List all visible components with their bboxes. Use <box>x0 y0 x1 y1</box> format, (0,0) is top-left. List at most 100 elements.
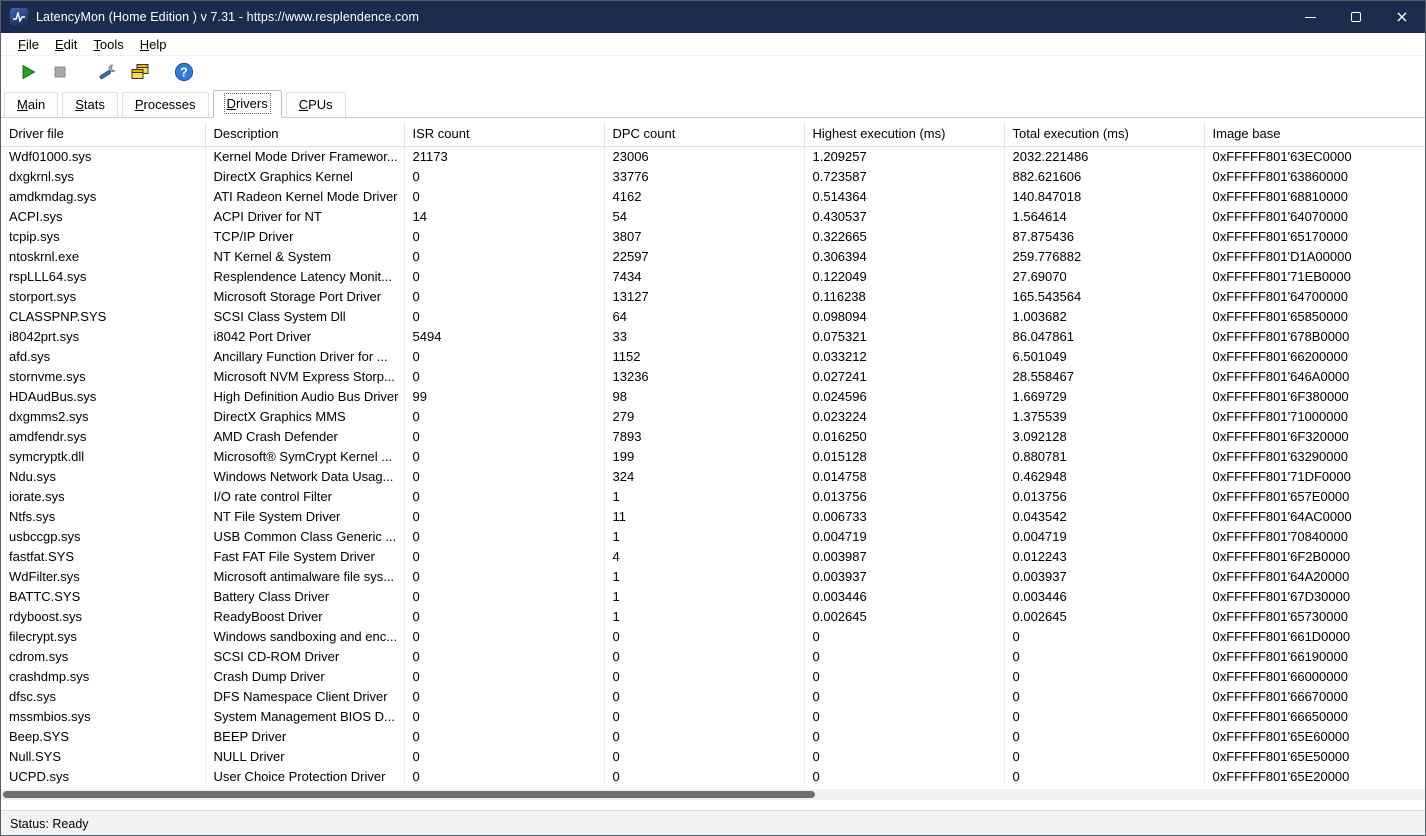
cell: 0xFFFFF801'71000000 <box>1204 406 1425 426</box>
cell: dxgkrnl.sys <box>1 166 206 186</box>
cell: 1 <box>604 486 805 506</box>
table-row[interactable]: amdkmdag.sys ATI Radeon Kernel Mode Drive… <box>1 186 1425 206</box>
table-row[interactable]: dxgkrnl.sys DirectX Graphics Kernel 0 33776… <box>1 166 1425 186</box>
table-row[interactable]: storport.sys Microsoft Storage Port Drive… <box>1 286 1425 306</box>
table-row[interactable]: fastfat.SYS Fast FAT File System Driver 0 4… <box>1 546 1425 566</box>
cell: 7434 <box>604 266 805 286</box>
cell: 279 <box>604 406 805 426</box>
column-header-dpc-count[interactable]: DPC count <box>604 122 805 147</box>
menu-tools[interactable]: Tools <box>85 35 131 54</box>
cell: High Definition Audio Bus Driver <box>205 386 405 406</box>
table-row[interactable]: ACPI.sys ACPI Driver for NT 14 54 0.430537 1.… <box>1 206 1425 226</box>
close-button[interactable]: × <box>1379 1 1425 33</box>
minimize-button[interactable] <box>1287 1 1333 33</box>
windows-button[interactable] <box>125 59 155 86</box>
table-row[interactable]: Ntfs.sys NT File System Driver 0 11 0.006733… <box>1 506 1425 526</box>
table-row[interactable]: BATTC.SYS Battery Class Driver 0 1 0.003446 0… <box>1 586 1425 606</box>
horizontal-scrollbar[interactable] <box>1 789 1425 800</box>
table-row[interactable]: cdrom.sys SCSI CD-ROM Driver 0 0 0 0 0xFFFFF80… <box>1 646 1425 666</box>
table-row[interactable]: amdfendr.sys AMD Crash Defender 0 7893 0.016… <box>1 426 1425 446</box>
cell: 0xFFFFF801'66000000 <box>1204 666 1425 686</box>
cell: System Management BIOS D... <box>205 706 405 726</box>
table-row[interactable]: WdFilter.sys Microsoft antimalware file s… <box>1 566 1425 586</box>
cell: 54 <box>604 206 805 226</box>
column-header-highest-execution[interactable]: Highest execution (ms) <box>804 122 1005 147</box>
cell: 1.209257 <box>804 146 1005 166</box>
cell: Beep.SYS <box>1 726 206 746</box>
table-row[interactable]: dfsc.sys DFS Namespace Client Driver 0 0 0 0 0… <box>1 686 1425 706</box>
tab-drivers[interactable]: Drivers <box>212 90 282 118</box>
cell: 0.003987 <box>804 546 1005 566</box>
cell: Windows sandboxing and enc... <box>205 626 405 646</box>
table-row[interactable]: usbccgp.sys USB Common Class Generic ... 0… <box>1 526 1425 546</box>
cell: 64 <box>604 306 805 326</box>
cell: 23006 <box>604 146 805 166</box>
tab-processes[interactable]: Processes <box>121 92 209 117</box>
latencymon-window: LatencyMon (Home Edition ) v 7.31 - http… <box>0 0 1426 836</box>
cell: 86.047861 <box>1004 326 1205 346</box>
cell: i8042prt.sys <box>1 326 206 346</box>
tools-options-button[interactable] <box>93 59 123 86</box>
cell: 0 <box>604 766 805 786</box>
tab-main[interactable]: Main <box>4 92 59 117</box>
table-row[interactable]: mssmbios.sys System Management BIOS D... 0… <box>1 706 1425 726</box>
cell: 3807 <box>604 226 805 246</box>
cell: 0 <box>404 666 605 686</box>
cell: 0xFFFFF801'66670000 <box>1204 686 1425 706</box>
cell: SCSI CD-ROM Driver <box>205 646 405 666</box>
cell: amdkmdag.sys <box>1 186 206 206</box>
table-row[interactable]: ntoskrnl.exe NT Kernel & System 0 22597 0.30… <box>1 246 1425 266</box>
cell: 1.669729 <box>1004 386 1205 406</box>
table-row[interactable]: dxgmms2.sys DirectX Graphics MMS 0 279 0.023… <box>1 406 1425 426</box>
table-row[interactable]: rspLLL64.sys Resplendence Latency Monit..… <box>1 266 1425 286</box>
table-row[interactable]: filecrypt.sys Windows sandboxing and enc.… <box>1 626 1425 646</box>
stop-monitor-button[interactable] <box>45 59 75 86</box>
column-header-image-base[interactable]: Image base <box>1204 122 1425 147</box>
menu-file[interactable]: File <box>10 35 47 54</box>
column-header-description[interactable]: Description <box>205 122 405 147</box>
cell: 1.375539 <box>1004 406 1205 426</box>
start-monitor-button[interactable] <box>13 59 43 86</box>
cell: 0 <box>404 466 605 486</box>
table-row[interactable]: crashdmp.sys Crash Dump Driver 0 0 0 0 0xFFFFF… <box>1 666 1425 686</box>
cell: 87.875436 <box>1004 226 1205 246</box>
table-row[interactable]: symcryptk.dll Microsoft® SymCrypt Kernel … <box>1 446 1425 466</box>
cell: Microsoft Storage Port Driver <box>205 286 405 306</box>
column-header-isr-count[interactable]: ISR count <box>404 122 605 147</box>
table-row[interactable]: stornvme.sys Microsoft NVM Express Storp.… <box>1 366 1425 386</box>
cell: 1152 <box>604 346 805 366</box>
tab-cpus[interactable]: CPUs <box>285 92 346 117</box>
table-row[interactable]: afd.sys Ancillary Function Driver for ...… <box>1 346 1425 366</box>
hscrollbar-thumb[interactable] <box>3 791 815 798</box>
table-row[interactable]: iorate.sys I/O rate control Filter 0 1 0.013… <box>1 486 1425 506</box>
table-row[interactable]: rdyboost.sys ReadyBoost Driver 0 1 0.002645 0… <box>1 606 1425 626</box>
cell: 0 <box>404 286 605 306</box>
cell: 1 <box>604 606 805 626</box>
cell: 0xFFFFF801'65850000 <box>1204 306 1425 326</box>
tab-stats[interactable]: Stats <box>62 92 118 117</box>
table-row[interactable]: HDAudBus.sys High Definition Audio Bus Dr… <box>1 386 1425 406</box>
table-row[interactable]: Wdf01000.sys Kernel Mode Driver Framewor.… <box>1 146 1425 166</box>
table-row[interactable]: Null.SYS NULL Driver 0 0 0 0 0xFFFFF801'65E500… <box>1 746 1425 766</box>
column-header-driver-file[interactable]: Driver file <box>1 122 206 147</box>
table-row[interactable]: Ndu.sys Windows Network Data Usag... 0 324 0… <box>1 466 1425 486</box>
cell: 324 <box>604 466 805 486</box>
cell: 0.002645 <box>804 606 1005 626</box>
cell: 0.014758 <box>804 466 1005 486</box>
table-row[interactable]: i8042prt.sys i8042 Port Driver 5494 33 0.075… <box>1 326 1425 346</box>
cell: DirectX Graphics Kernel <box>205 166 405 186</box>
table-row[interactable]: UCPD.sys User Choice Protection Driver 0 0 0… <box>1 766 1425 786</box>
cell: 0.514364 <box>804 186 1005 206</box>
table-row[interactable]: CLASSPNP.SYS SCSI Class System Dll 0 64 0.09… <box>1 306 1425 326</box>
maximize-button[interactable] <box>1333 1 1379 33</box>
menu-help[interactable]: Help <box>132 35 175 54</box>
menu-edit[interactable]: Edit <box>47 35 85 54</box>
cell: 0 <box>1004 686 1205 706</box>
column-header-total-execution[interactable]: Total execution (ms) <box>1004 122 1205 147</box>
window-title: LatencyMon (Home Edition ) v 7.31 - http… <box>36 10 419 24</box>
table-row[interactable]: tcpip.sys TCP/IP Driver 0 3807 0.322665 87.87… <box>1 226 1425 246</box>
help-button[interactable]: ? <box>169 59 199 86</box>
table-row[interactable]: Beep.SYS BEEP Driver 0 0 0 0 0xFFFFF801'65E600… <box>1 726 1425 746</box>
cell: 0 <box>404 446 605 466</box>
cell: symcryptk.dll <box>1 446 206 466</box>
